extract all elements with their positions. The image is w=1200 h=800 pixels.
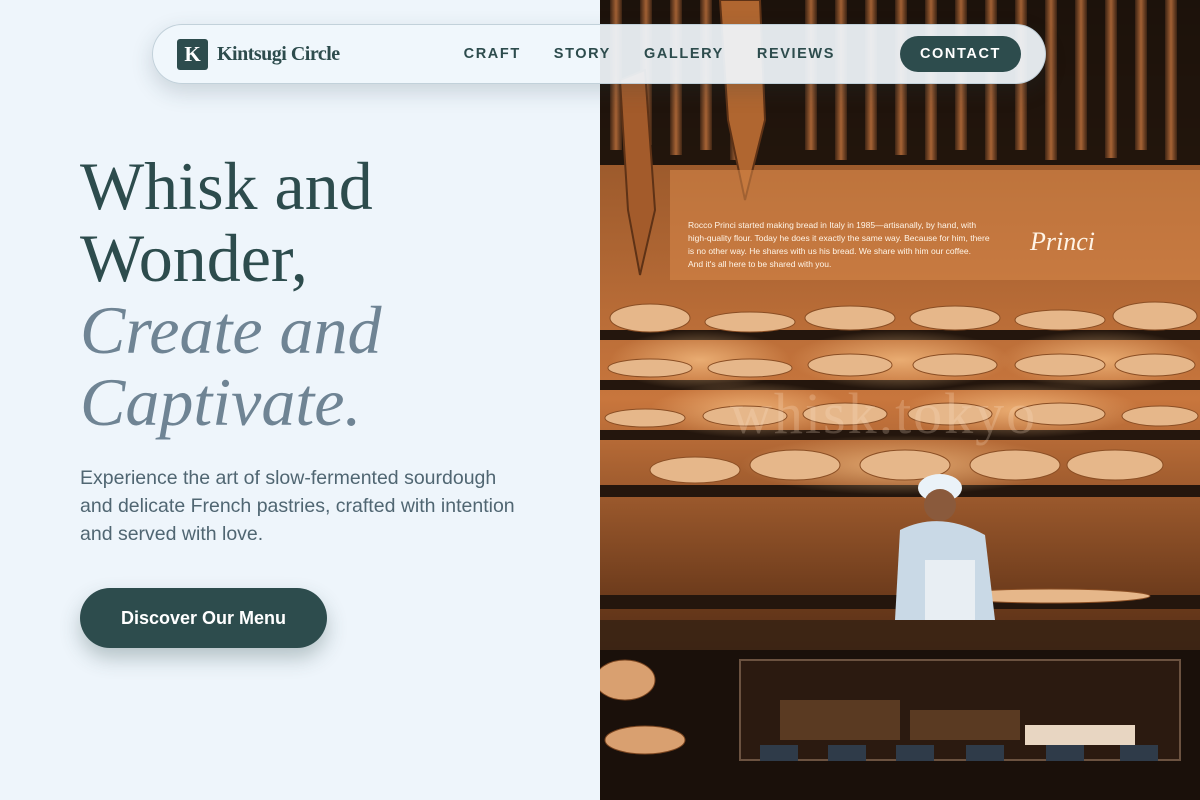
logo-mark-icon: K	[177, 38, 208, 70]
bakery-photo: Rocco Princi started making bread in Ita…	[600, 0, 1200, 800]
hero-title-line-3: Create and	[80, 292, 382, 368]
nav-link-story[interactable]: STORY	[554, 46, 611, 62]
hero-panel: Whisk and Wonder, Create and Captivate. …	[0, 0, 600, 800]
hero-title-line-4: Captivate.	[80, 364, 362, 440]
hero-title-line-1: Whisk and	[80, 148, 373, 224]
sign-text-line-3: is no other way. He shares with us his b…	[688, 246, 971, 256]
nav-link-reviews[interactable]: REVIEWS	[757, 46, 835, 62]
brand-logo[interactable]: K Kintsugi Circle	[177, 38, 340, 70]
nav-link-gallery[interactable]: GALLERY	[644, 46, 724, 62]
hero-title-line-2: Wonder,	[80, 220, 308, 296]
princi-signature: Princi	[1029, 227, 1095, 256]
discover-menu-button[interactable]: Discover Our Menu	[80, 588, 327, 648]
sign-text-line-2: high-quality flour. Today he does it exa…	[688, 233, 990, 243]
sign-text-line-1: Rocco Princi started making bread in Ita…	[688, 220, 976, 230]
sign-text-line-4: And it's all here to be shared with you.	[688, 259, 831, 269]
hero-title: Whisk and Wonder, Create and Captivate.	[80, 150, 382, 438]
nav-links: CRAFT STORY GALLERY REVIEWS CONTACT	[464, 36, 1021, 72]
nav-link-craft[interactable]: CRAFT	[464, 46, 521, 62]
contact-button[interactable]: CONTACT	[899, 36, 1021, 72]
photo-watermark: whisk.tokyo	[730, 381, 1038, 446]
top-navbar: K Kintsugi Circle CRAFT STORY GALLERY RE…	[152, 24, 1046, 84]
brand-name: Kintsugi Circle	[217, 42, 340, 65]
hero-subtitle: Experience the art of slow-fermented sou…	[80, 467, 515, 545]
